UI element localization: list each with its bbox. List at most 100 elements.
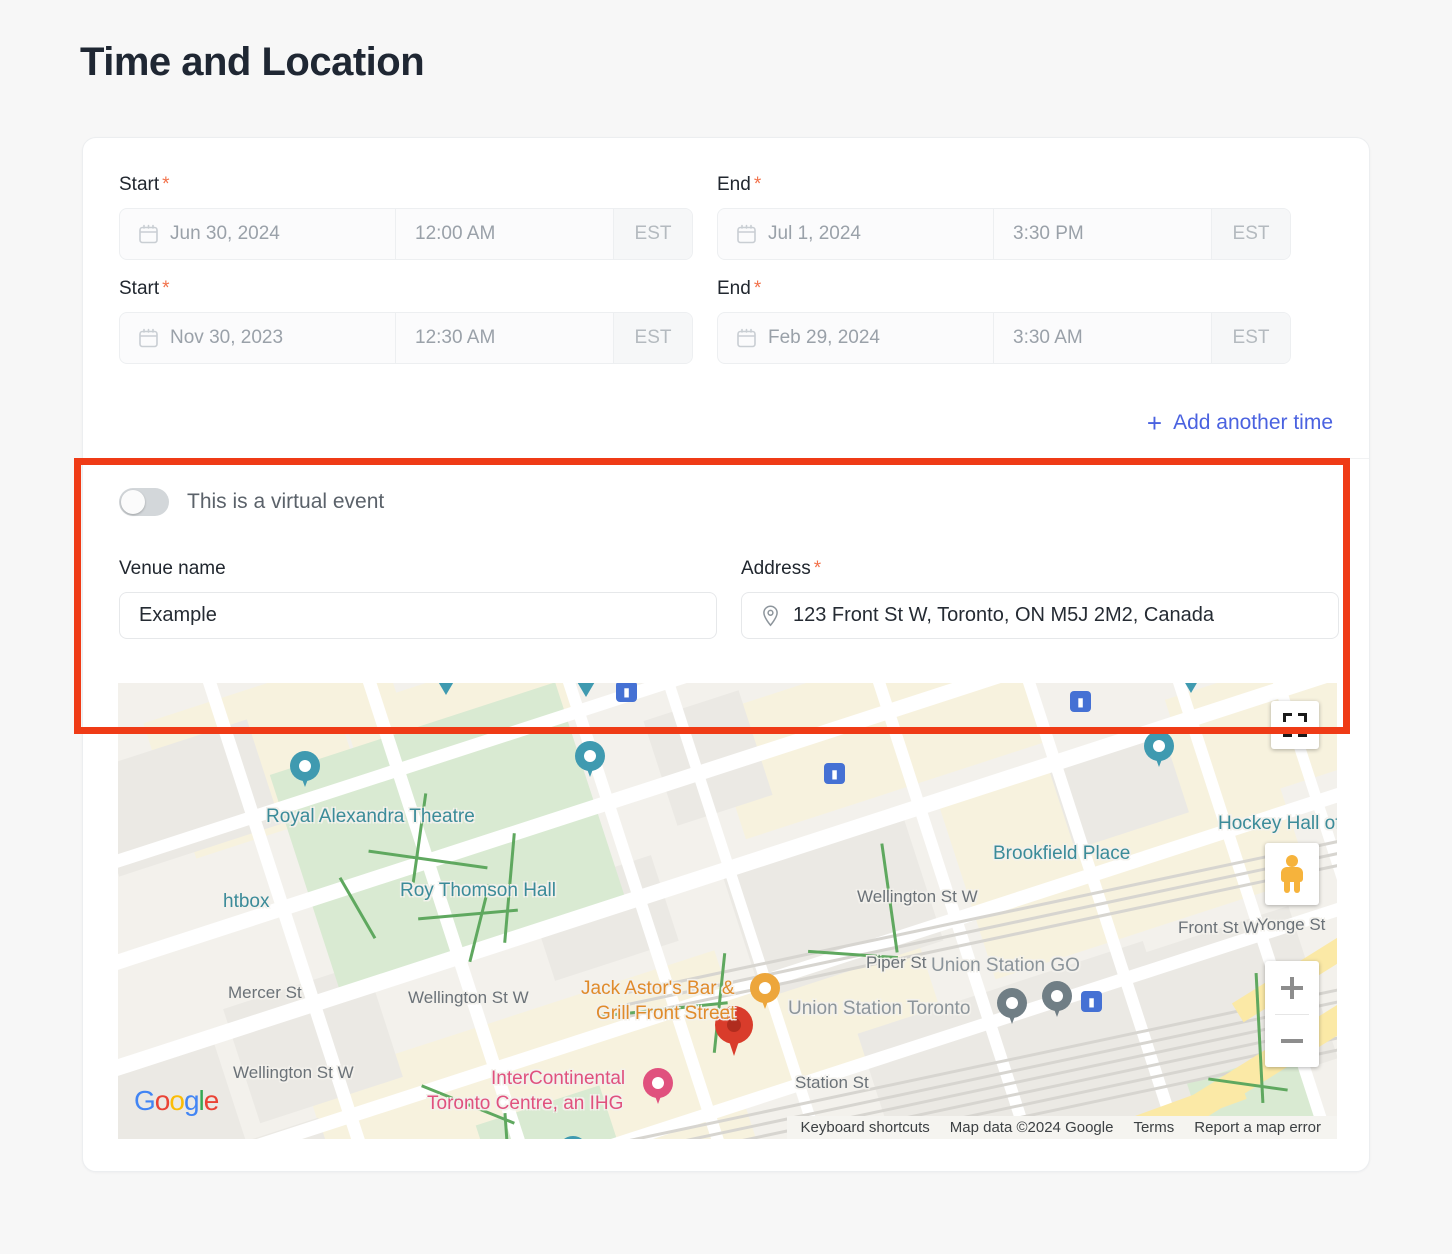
- map-pin-jack-astors[interactable]: [750, 973, 780, 1013]
- map-label: Toronto Centre, an IHG: [427, 1093, 624, 1114]
- map-pin-convention-centre[interactable]: [558, 1136, 588, 1139]
- start-time-value-2: 12:30 AM: [415, 327, 496, 348]
- time-location-card: Start * Jun 30, 2024 12:00 AM EST End * …: [82, 137, 1370, 1172]
- start-date-value-2: Nov 30, 2023: [170, 327, 284, 348]
- start-timezone-value-1: EST: [634, 223, 672, 244]
- map-pin-transit-2[interactable]: ▮: [824, 763, 845, 784]
- end-datetime-2[interactable]: Feb 29, 2024 3:30 AM EST: [717, 312, 1291, 364]
- required-asterisk: *: [753, 278, 762, 299]
- map-label: Roy Thomson Hall: [400, 880, 556, 901]
- map-label: Jack Astor's Bar &: [581, 978, 735, 999]
- end-date-input-1[interactable]: Jul 1, 2024: [718, 209, 994, 259]
- end-date-input-2[interactable]: Feb 29, 2024: [718, 313, 994, 363]
- map-label: Metro Toronto: [411, 1138, 528, 1139]
- map-pin-transit-1[interactable]: ▮: [616, 683, 637, 702]
- end-datetime-1[interactable]: Jul 1, 2024 3:30 PM EST: [717, 208, 1291, 260]
- map-label: Yonge St: [1257, 915, 1326, 934]
- start-field-group-2: Start * Nov 30, 2023 12:30 AM EST: [119, 278, 693, 364]
- start-timezone-1[interactable]: EST: [614, 209, 692, 259]
- end-field-group-2: End * Feb 29, 2024 3:30 AM EST: [717, 278, 1291, 364]
- end-timezone-1[interactable]: EST: [1212, 209, 1290, 259]
- end-time-input-2[interactable]: 3:30 AM: [994, 313, 1212, 363]
- map-label: Wellington St W: [233, 1063, 354, 1082]
- map-data-text: Map data ©2024 Google: [949, 1119, 1114, 1136]
- map-label: Wellington St W: [857, 887, 978, 906]
- map-fullscreen-button[interactable]: [1271, 701, 1319, 749]
- map-street-view-button[interactable]: [1265, 843, 1319, 905]
- virtual-event-toggle[interactable]: [119, 488, 169, 516]
- address-value: 123 Front St W, Toronto, ON M5J 2M2, Can…: [793, 604, 1214, 626]
- location-map[interactable]: ▮ ▮ ▮ ▮ Royal Alexandra Theatre Roy Thoms…: [118, 683, 1337, 1139]
- map-pin-lightbox[interactable]: [290, 751, 320, 791]
- calendar-icon: [737, 328, 756, 348]
- map-label: Hockey Hall of Fame: [1218, 813, 1337, 834]
- map-zoom-out-button[interactable]: [1265, 1014, 1319, 1067]
- zoom-divider: [1275, 1014, 1309, 1015]
- address-label: Address *: [741, 558, 822, 579]
- map-pin-union-1[interactable]: [997, 988, 1027, 1028]
- map-canvas[interactable]: ▮ ▮ ▮ ▮ Royal Alexandra Theatre Roy Thoms…: [118, 683, 1337, 1139]
- map-pin-teal[interactable]: [1178, 683, 1204, 693]
- time-row: Start * Nov 30, 2023 12:30 AM EST End * …: [119, 278, 1335, 364]
- map-pin-teal[interactable]: [573, 683, 599, 697]
- start-date-input-2[interactable]: Nov 30, 2023: [120, 313, 396, 363]
- map-pin-teal[interactable]: [433, 683, 459, 695]
- start-datetime-1[interactable]: Jun 30, 2024 12:00 AM EST: [119, 208, 693, 260]
- start-time-input-2[interactable]: 12:30 AM: [396, 313, 614, 363]
- map-label: Brookfield Place: [993, 843, 1131, 864]
- venue-name-input[interactable]: Example: [119, 592, 717, 639]
- google-logo: Google: [134, 1085, 219, 1116]
- plus-icon: [1281, 976, 1303, 999]
- time-grid: Start * Jun 30, 2024 12:00 AM EST End * …: [119, 174, 1335, 382]
- map-attribution: Keyboard shortcuts Map data ©2024 Google…: [786, 1116, 1337, 1139]
- start-date-input-1[interactable]: Jun 30, 2024: [120, 209, 396, 259]
- section-divider: [83, 458, 1369, 459]
- map-pin-brookfield-place[interactable]: [1144, 731, 1174, 771]
- required-asterisk: *: [813, 558, 822, 579]
- map-label: Piper St: [866, 953, 927, 972]
- map-pin-union-2[interactable]: [1042, 981, 1072, 1021]
- fullscreen-icon: [1283, 713, 1307, 737]
- end-label-2: End *: [717, 278, 762, 299]
- map-label: Station St: [795, 1073, 869, 1092]
- end-field-group-1: End * Jul 1, 2024 3:30 PM EST: [717, 174, 1291, 260]
- end-time-value-2: 3:30 AM: [1013, 327, 1083, 348]
- keyboard-shortcuts-link[interactable]: Keyboard shortcuts: [801, 1119, 930, 1136]
- address-input[interactable]: 123 Front St W, Toronto, ON M5J 2M2, Can…: [741, 592, 1339, 639]
- map-label: Front St W: [1178, 918, 1260, 937]
- minus-icon: [1281, 1038, 1303, 1043]
- calendar-icon: [737, 224, 756, 244]
- virtual-event-row: This is a virtual event: [119, 488, 384, 516]
- plus-icon: +: [1146, 408, 1163, 438]
- start-datetime-2[interactable]: Nov 30, 2023 12:30 AM EST: [119, 312, 693, 364]
- end-time-input-1[interactable]: 3:30 PM: [994, 209, 1212, 259]
- start-label-2: Start *: [119, 278, 170, 299]
- map-label: htbox: [223, 891, 270, 912]
- map-pin-roy-thomson-hall[interactable]: [575, 741, 605, 781]
- venue-address-grid: Venue name Example Address * 123 Front St…: [119, 558, 1339, 639]
- calendar-icon: [139, 328, 158, 348]
- map-label: Royal Alexandra Theatre: [266, 806, 475, 827]
- venue-name-label: Venue name: [119, 558, 226, 579]
- add-another-time-button[interactable]: + Add another time: [1147, 410, 1333, 436]
- start-timezone-2[interactable]: EST: [614, 313, 692, 363]
- terms-link[interactable]: Terms: [1133, 1119, 1174, 1136]
- report-map-error-link[interactable]: Report a map error: [1194, 1119, 1321, 1136]
- map-label: InterContinental: [491, 1068, 626, 1089]
- map-zoom-in-button[interactable]: [1265, 961, 1319, 1014]
- end-timezone-value-2: EST: [1232, 327, 1270, 348]
- venue-name-value: Example: [139, 604, 217, 626]
- venue-field-group: Venue name Example: [119, 558, 717, 639]
- map-pin-transit-4[interactable]: ▮: [1081, 991, 1102, 1012]
- required-asterisk: *: [753, 174, 762, 195]
- map-pin-intercontinental[interactable]: [643, 1068, 673, 1108]
- map-pin-transit-3[interactable]: ▮: [1070, 691, 1091, 712]
- required-asterisk: *: [162, 174, 170, 195]
- start-field-group-1: Start * Jun 30, 2024 12:00 AM EST: [119, 174, 693, 260]
- add-another-time-label: Add another time: [1173, 411, 1333, 434]
- map-label: Union Station GO: [931, 955, 1080, 976]
- start-time-input-1[interactable]: 12:00 AM: [396, 209, 614, 259]
- start-label-1: Start *: [119, 174, 170, 195]
- end-timezone-2[interactable]: EST: [1212, 313, 1290, 363]
- address-field-group: Address * 123 Front St W, Toronto, ON M5J…: [741, 558, 1339, 639]
